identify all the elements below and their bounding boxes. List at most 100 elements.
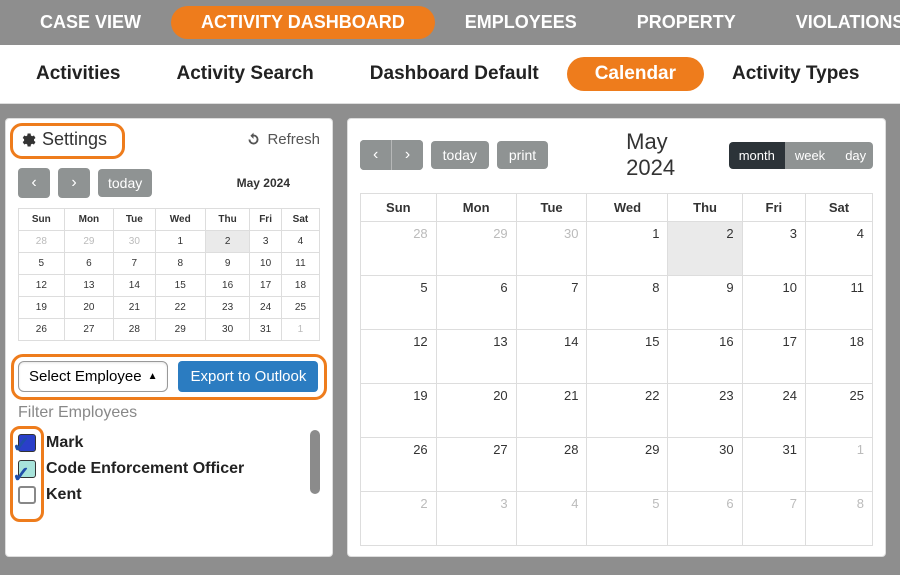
- mini-today-button[interactable]: today: [98, 169, 152, 197]
- calendar-day-cell[interactable]: 7: [516, 276, 587, 330]
- mini-day-cell[interactable]: 17: [250, 275, 282, 297]
- employee-filter-row[interactable]: Code Enforcement Officer: [18, 456, 320, 482]
- mini-day-cell[interactable]: 27: [64, 319, 113, 341]
- main-calendar[interactable]: SunMonTueWedThuFriSat 282930123456789101…: [360, 193, 873, 546]
- export-outlook-button[interactable]: Export to Outlook: [178, 361, 318, 392]
- mini-day-cell[interactable]: 2: [205, 231, 249, 253]
- mini-day-cell[interactable]: 1: [281, 319, 319, 341]
- mini-day-cell[interactable]: 29: [64, 231, 113, 253]
- view-month-button[interactable]: month: [729, 142, 785, 169]
- calendar-day-cell[interactable]: 4: [806, 222, 873, 276]
- mini-day-cell[interactable]: 7: [114, 253, 155, 275]
- calendar-day-cell[interactable]: 13: [436, 330, 516, 384]
- calendar-day-cell[interactable]: 22: [587, 384, 668, 438]
- calendar-day-cell[interactable]: 28: [361, 222, 437, 276]
- calendar-day-cell[interactable]: 1: [587, 222, 668, 276]
- mini-day-cell[interactable]: 25: [281, 297, 319, 319]
- settings-button[interactable]: Settings: [18, 129, 107, 150]
- subnav-item-activity-search[interactable]: Activity Search: [148, 57, 341, 91]
- mini-calendar[interactable]: SunMonTueWedThuFriSat 282930123456789101…: [18, 208, 320, 341]
- employee-color-swatch[interactable]: [18, 486, 36, 504]
- calendar-day-cell[interactable]: 26: [361, 438, 437, 492]
- calendar-day-cell[interactable]: 3: [436, 492, 516, 546]
- calendar-day-cell[interactable]: 15: [587, 330, 668, 384]
- mini-prev-button[interactable]: ‹: [18, 168, 50, 198]
- topnav-item-case-view[interactable]: CASE VIEW: [10, 6, 171, 39]
- mini-day-cell[interactable]: 9: [205, 253, 249, 275]
- calendar-day-cell[interactable]: 11: [806, 276, 873, 330]
- mini-day-cell[interactable]: 21: [114, 297, 155, 319]
- calendar-day-cell[interactable]: 8: [806, 492, 873, 546]
- view-day-button[interactable]: day: [835, 142, 873, 169]
- calendar-day-cell[interactable]: 27: [436, 438, 516, 492]
- calendar-day-cell[interactable]: 5: [361, 276, 437, 330]
- mini-day-cell[interactable]: 28: [114, 319, 155, 341]
- refresh-button[interactable]: Refresh: [246, 131, 320, 148]
- calendar-day-cell[interactable]: 28: [516, 438, 587, 492]
- calendar-day-cell[interactable]: 10: [742, 276, 805, 330]
- mini-day-cell[interactable]: 14: [114, 275, 155, 297]
- mini-day-cell[interactable]: 24: [250, 297, 282, 319]
- calendar-day-cell[interactable]: 18: [806, 330, 873, 384]
- calendar-day-cell[interactable]: 17: [742, 330, 805, 384]
- calendar-day-cell[interactable]: 31: [742, 438, 805, 492]
- calendar-day-cell[interactable]: 19: [361, 384, 437, 438]
- calendar-today-button[interactable]: today: [431, 141, 489, 169]
- mini-day-cell[interactable]: 16: [205, 275, 249, 297]
- calendar-day-cell[interactable]: 29: [436, 222, 516, 276]
- mini-day-cell[interactable]: 8: [155, 253, 205, 275]
- mini-day-cell[interactable]: 18: [281, 275, 319, 297]
- subnav-item-activities[interactable]: Activities: [8, 57, 148, 91]
- mini-day-cell[interactable]: 4: [281, 231, 319, 253]
- mini-day-cell[interactable]: 6: [64, 253, 113, 275]
- scrollbar-thumb[interactable]: [310, 430, 320, 494]
- mini-day-cell[interactable]: 5: [19, 253, 65, 275]
- calendar-day-cell[interactable]: 5: [587, 492, 668, 546]
- mini-day-cell[interactable]: 23: [205, 297, 249, 319]
- calendar-day-cell[interactable]: 9: [668, 276, 742, 330]
- calendar-next-button[interactable]: ›: [391, 140, 422, 170]
- mini-day-cell[interactable]: 28: [19, 231, 65, 253]
- mini-day-cell[interactable]: 29: [155, 319, 205, 341]
- calendar-day-cell[interactable]: 3: [742, 222, 805, 276]
- mini-day-cell[interactable]: 15: [155, 275, 205, 297]
- subnav-item-activity-types[interactable]: Activity Types: [704, 57, 887, 91]
- topnav-item-violations[interactable]: VIOLATIONS: [766, 6, 900, 39]
- topnav-item-property[interactable]: PROPERTY: [607, 6, 766, 39]
- calendar-day-cell[interactable]: 6: [436, 276, 516, 330]
- calendar-day-cell[interactable]: 1: [806, 438, 873, 492]
- calendar-day-cell[interactable]: 7: [742, 492, 805, 546]
- calendar-day-cell[interactable]: 12: [361, 330, 437, 384]
- calendar-day-cell[interactable]: 8: [587, 276, 668, 330]
- mini-day-cell[interactable]: 22: [155, 297, 205, 319]
- mini-day-cell[interactable]: 13: [64, 275, 113, 297]
- mini-day-cell[interactable]: 12: [19, 275, 65, 297]
- calendar-print-button[interactable]: print: [497, 141, 548, 169]
- calendar-day-cell[interactable]: 20: [436, 384, 516, 438]
- select-employee-dropdown[interactable]: Select Employee ▲: [18, 361, 168, 392]
- view-week-button[interactable]: week: [785, 142, 835, 169]
- mini-day-cell[interactable]: 20: [64, 297, 113, 319]
- topnav-item-activity-dashboard[interactable]: ACTIVITY DASHBOARD: [171, 6, 435, 39]
- mini-day-cell[interactable]: 3: [250, 231, 282, 253]
- mini-day-cell[interactable]: 1: [155, 231, 205, 253]
- calendar-day-cell[interactable]: 23: [668, 384, 742, 438]
- subnav-item-calendar[interactable]: Calendar: [567, 57, 704, 91]
- mini-day-cell[interactable]: 31: [250, 319, 282, 341]
- calendar-day-cell[interactable]: 30: [516, 222, 587, 276]
- mini-day-cell[interactable]: 19: [19, 297, 65, 319]
- calendar-day-cell[interactable]: 14: [516, 330, 587, 384]
- topnav-item-employees[interactable]: EMPLOYEES: [435, 6, 607, 39]
- calendar-day-cell[interactable]: 2: [668, 222, 742, 276]
- mini-day-cell[interactable]: 26: [19, 319, 65, 341]
- calendar-day-cell[interactable]: 29: [587, 438, 668, 492]
- calendar-prev-button[interactable]: ‹: [360, 140, 391, 170]
- calendar-day-cell[interactable]: 21: [516, 384, 587, 438]
- employee-filter-row[interactable]: Kent: [18, 482, 320, 508]
- calendar-day-cell[interactable]: 6: [668, 492, 742, 546]
- calendar-day-cell[interactable]: 2: [361, 492, 437, 546]
- calendar-day-cell[interactable]: 4: [516, 492, 587, 546]
- calendar-day-cell[interactable]: 25: [806, 384, 873, 438]
- mini-day-cell[interactable]: 30: [114, 231, 155, 253]
- mini-day-cell[interactable]: 11: [281, 253, 319, 275]
